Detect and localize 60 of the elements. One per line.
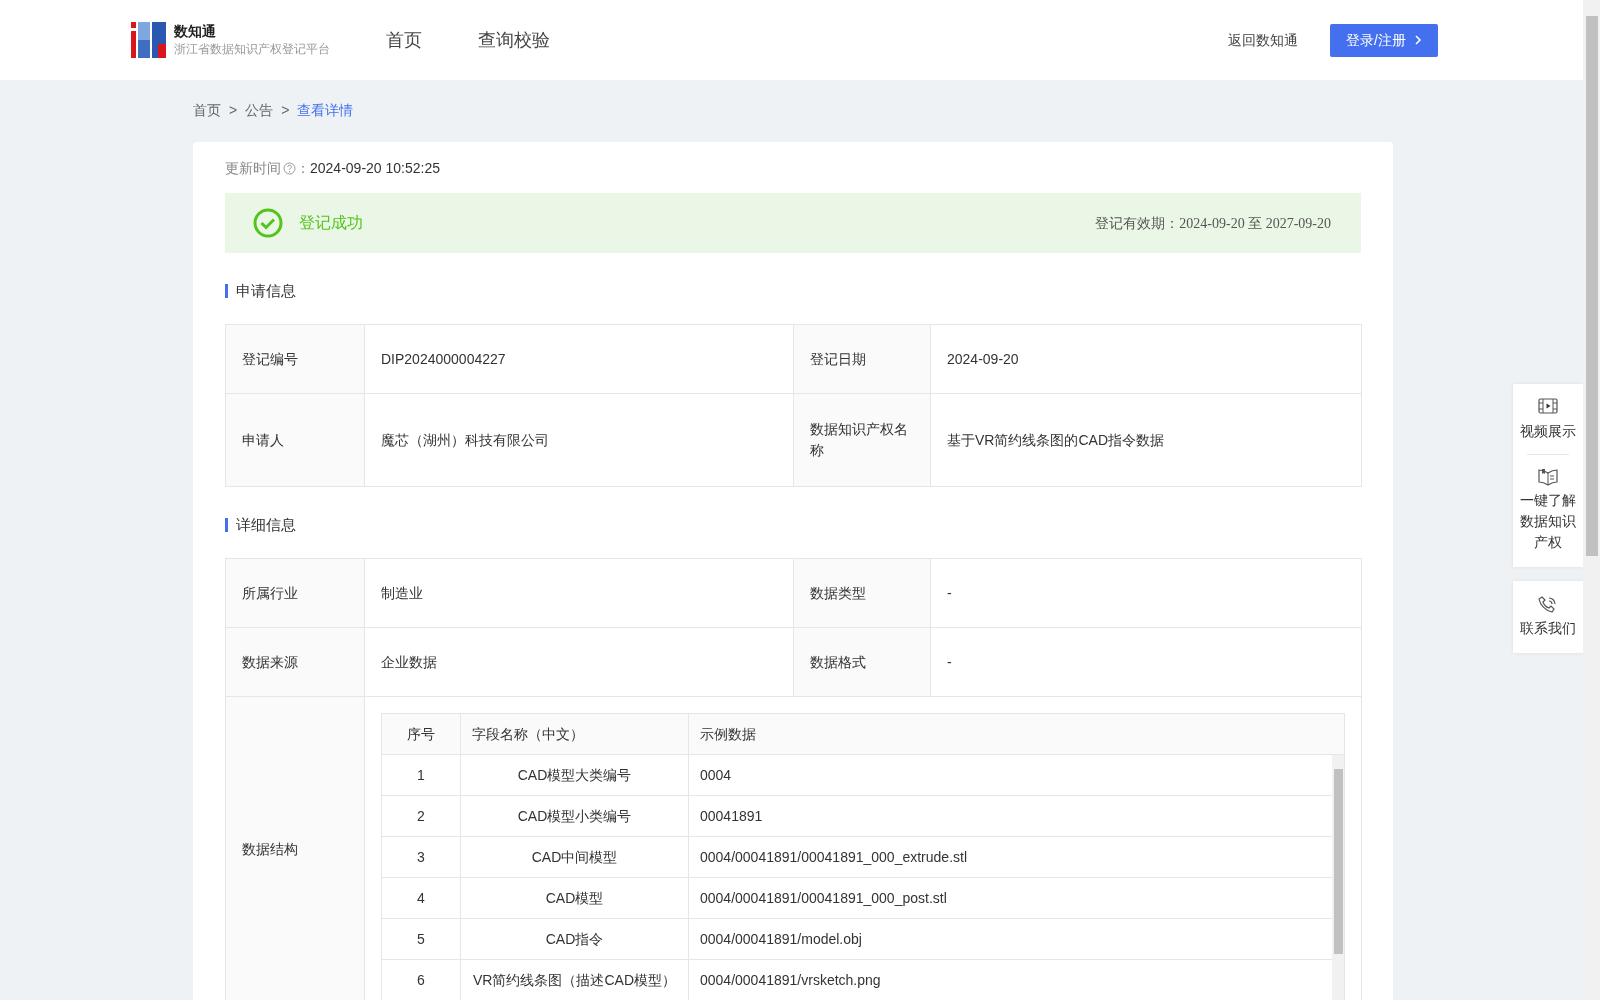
logo-subtitle: 浙江省数据知识产权登记平台: [174, 41, 330, 58]
field-label: 登记编号: [225, 324, 365, 394]
field-value: 制造业: [364, 558, 794, 628]
back-link[interactable]: 返回数知通: [1228, 29, 1307, 51]
column-header: 序号: [381, 713, 461, 755]
film-icon: [1538, 398, 1558, 417]
field-value: -: [930, 558, 1362, 628]
table-cell: 3: [381, 836, 461, 878]
update-time: 2024-09-20 10:52:25: [310, 159, 440, 178]
breadcrumb-link[interactable]: 首页: [193, 102, 221, 118]
validity-label: 登记有效期：: [1095, 213, 1180, 233]
phone-icon: [1538, 595, 1558, 614]
field-value: 魔芯（湖州）科技有限公司: [364, 393, 794, 487]
help-icon: [283, 162, 296, 175]
field-value: 2024-09-20: [930, 324, 1362, 394]
table-cell: 6: [381, 959, 461, 1000]
logo-icon: [131, 22, 166, 58]
table-cell: 2: [381, 795, 461, 837]
breadcrumb-separator: >: [229, 102, 238, 118]
table-cell: CAD中间模型: [460, 836, 689, 878]
breadcrumb-link[interactable]: 公告: [245, 102, 274, 118]
section-title: 申请信息: [225, 284, 1361, 298]
book-icon: [1538, 467, 1558, 486]
column-header: 字段名称（中文）: [460, 713, 689, 755]
status-text: 登记成功: [299, 213, 363, 233]
table-cell: CAD模型: [460, 877, 689, 919]
login-button[interactable]: 登录/注册: [1330, 23, 1438, 57]
breadcrumb-current: 查看详情: [297, 102, 354, 118]
side-panel-link[interactable]: 一键了解数据知识产权: [1520, 490, 1576, 553]
field-label: 申请人: [225, 393, 365, 487]
field-label: 数据知识产权名称: [793, 393, 931, 487]
scrollbar[interactable]: [1583, 0, 1600, 1000]
table-cell: 1: [381, 754, 461, 796]
field-label: 数据类型: [793, 558, 931, 628]
field-label: 数据结构: [225, 696, 365, 1000]
logo-title: 数知通: [174, 22, 217, 40]
table-cell: CAD指令: [460, 918, 689, 960]
field-label: 数据格式: [793, 627, 931, 697]
colon: ：: [296, 159, 310, 178]
chevron-icon: [1414, 35, 1422, 45]
field-value: 基于VR简约线条图的CAD指令数据: [930, 393, 1362, 487]
field-label: 登记日期: [793, 324, 931, 394]
field-value: 企业数据: [364, 627, 794, 697]
column-header: 示例数据: [688, 713, 1345, 755]
table-cell: 4: [381, 877, 461, 919]
nav-link[interactable]: 查询校验: [478, 26, 550, 54]
section-title: 详细信息: [225, 518, 1361, 532]
side-panel-link[interactable]: 联系我们: [1520, 618, 1576, 639]
field-label: 所属行业: [225, 558, 365, 628]
field-value: DIP2024000004227: [364, 324, 794, 394]
table-cell: CAD模型大类编号: [460, 754, 689, 796]
update-label: 更新时间: [225, 159, 281, 178]
field-value: -: [930, 627, 1362, 697]
table-cell: 5: [381, 918, 461, 960]
nav-link[interactable]: 首页: [386, 26, 422, 54]
validity-dates: 2024-09-20 至 2027-09-20: [1179, 214, 1331, 233]
breadcrumb-separator: >: [281, 102, 290, 118]
field-label: 数据来源: [225, 627, 365, 697]
side-panel-link[interactable]: 视频展示: [1520, 421, 1576, 442]
table-cell: CAD模型小类编号: [460, 795, 689, 837]
